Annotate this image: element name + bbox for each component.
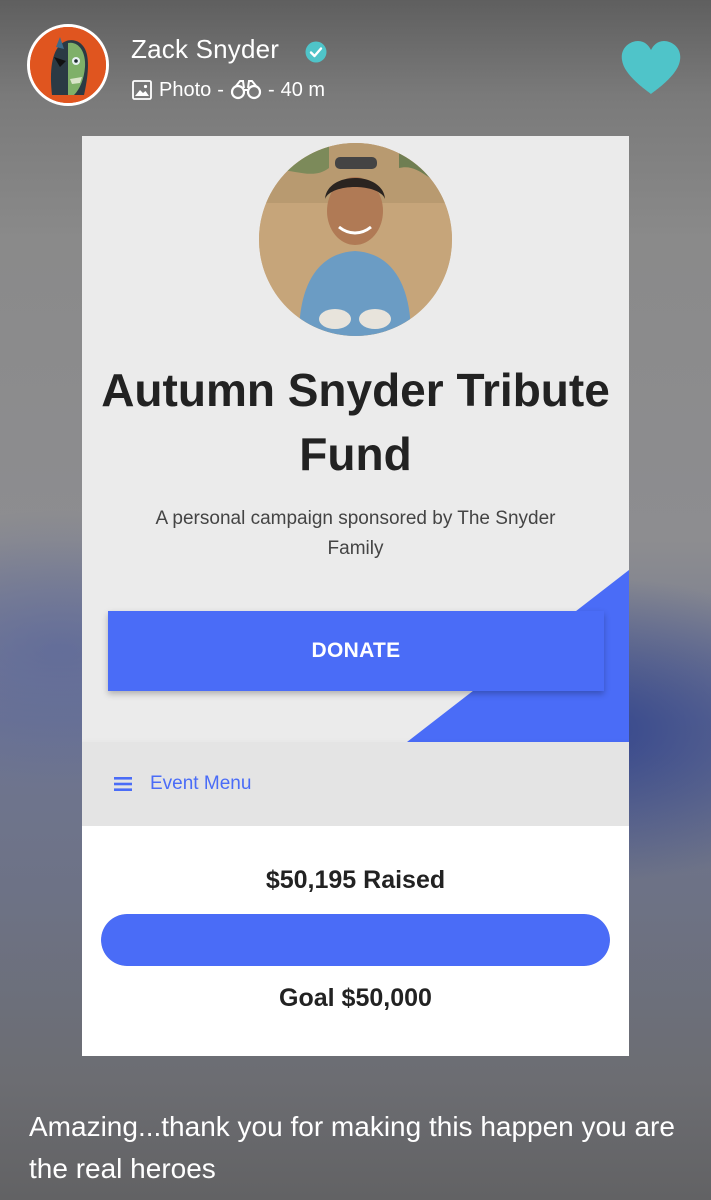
post-caption: Amazing...thank you for making this happ… <box>29 1111 675 1184</box>
campaign-photo <box>259 143 452 336</box>
heart-icon[interactable] <box>620 40 682 96</box>
meta-separator-2: - <box>267 78 275 101</box>
progress-bar <box>101 914 610 966</box>
meta-separator-1: - <box>217 78 224 101</box>
photo-icon <box>132 80 152 100</box>
hamburger-menu-icon[interactable] <box>114 777 132 791</box>
post-age: 40 m <box>280 78 326 101</box>
post-meta: Photo - - 40 m <box>131 77 325 103</box>
media-type-label: Photo <box>159 78 212 101</box>
event-menu-label[interactable]: Event Menu <box>150 773 251 795</box>
campaign-hero: Autumn Snyder Tribute Fund A personal ca… <box>82 136 629 742</box>
avatar-image <box>30 27 106 103</box>
goal-amount: Goal $50,000 <box>279 984 432 1012</box>
donate-button[interactable]: DONATE <box>108 611 604 691</box>
campaign-card: Autumn Snyder Tribute Fund A personal ca… <box>82 136 629 1056</box>
verified-check-icon <box>305 41 327 63</box>
binoculars-icon <box>230 80 262 100</box>
raised-amount: $50,195 Raised <box>265 866 446 894</box>
event-menu[interactable]: Event Menu <box>82 742 629 826</box>
author-name[interactable]: Zack Snyder <box>131 34 279 65</box>
campaign-subtitle: A personal campaign sponsored by The Sny… <box>155 508 556 559</box>
fundraising-progress: $50,195 Raised Goal $50,000 <box>82 826 629 1056</box>
campaign-title: Autumn Snyder Tribute Fund <box>101 364 610 480</box>
progress-bar-fill <box>101 914 610 966</box>
avatar[interactable] <box>27 24 109 106</box>
